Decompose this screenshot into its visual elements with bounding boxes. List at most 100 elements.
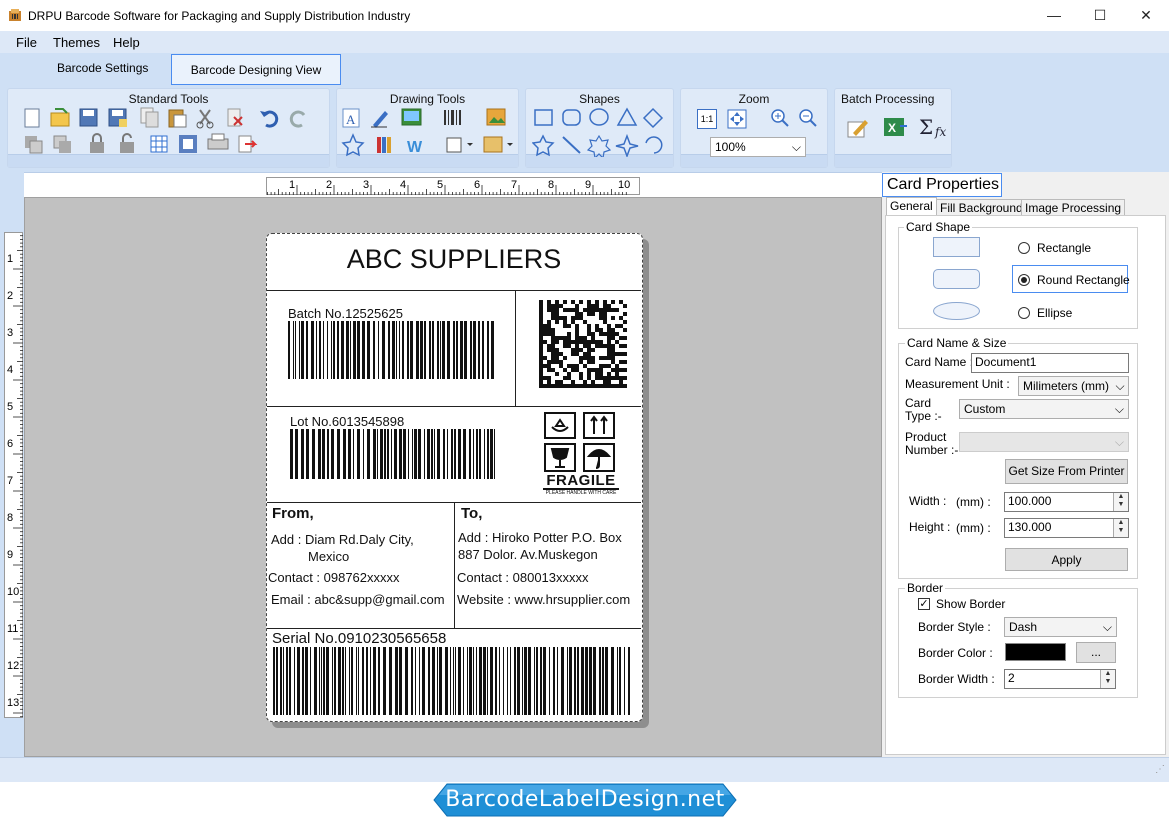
datamatrix-module <box>579 372 583 376</box>
menu-themes[interactable]: Themes <box>53 35 100 50</box>
formula-sigma-icon[interactable]: Σ <box>919 115 933 139</box>
zoom-fit-icon[interactable] <box>727 109 747 129</box>
datamatrix-module <box>539 340 543 344</box>
to-heading[interactable]: To, <box>461 505 482 522</box>
drawing-tools-title: Drawing Tools <box>389 92 466 106</box>
datamatrix-module <box>615 384 619 388</box>
datamatrix-module <box>551 384 555 388</box>
lot-number[interactable]: Lot No.6013545898 <box>290 414 404 429</box>
from-heading[interactable]: From, <box>272 505 314 522</box>
card-name-input[interactable]: Document1 <box>971 353 1129 373</box>
close-button[interactable]: ✕ <box>1123 0 1169 31</box>
batch-edit-icon[interactable] <box>847 117 869 139</box>
round-rectangle-option-label[interactable]: Round Rectangle <box>1037 273 1130 287</box>
datamatrix-module <box>555 340 559 344</box>
serial-barcode[interactable] <box>273 647 635 715</box>
width-input[interactable]: 100.000 ▲ ▼ <box>1004 492 1129 512</box>
border-color-picker-button[interactable]: ... <box>1076 642 1116 663</box>
datamatrix-module <box>547 328 551 332</box>
border-color-swatch[interactable] <box>1005 643 1066 661</box>
zoom-in-icon[interactable] <box>769 107 791 129</box>
from-contact[interactable]: Contact : 098762xxxxx <box>268 570 400 585</box>
datamatrix-module <box>599 316 603 320</box>
barcode-bar <box>350 321 351 379</box>
serial-number[interactable]: Serial No.0910230565658 <box>272 630 446 647</box>
datamatrix-module <box>579 300 583 304</box>
barcode-bar <box>478 321 480 379</box>
height-spinner[interactable]: ▲ ▼ <box>1113 519 1128 537</box>
datamatrix-module <box>559 364 563 368</box>
datamatrix-module <box>571 364 575 368</box>
barcode-bar <box>628 647 630 715</box>
datamatrix-module <box>575 364 579 368</box>
border-width-spinner[interactable]: ▲ ▼ <box>1100 670 1115 688</box>
tab-barcode-designing-view[interactable]: Barcode Designing View <box>171 54 341 85</box>
barcode-bar <box>331 429 334 479</box>
height-input[interactable]: 130.000 ▲ ▼ <box>1004 518 1129 538</box>
barcode-bar <box>370 647 371 715</box>
barcode-label-card[interactable]: ABC SUPPLIERS Batch No.12525625 Lot No.6… <box>266 233 643 722</box>
radio-rectangle[interactable] <box>1018 242 1030 254</box>
show-border-checkbox[interactable]: ✓ <box>918 598 930 610</box>
minimize-button[interactable]: — <box>1031 0 1077 31</box>
radio-round-rectangle[interactable] <box>1018 274 1030 286</box>
radio-ellipse[interactable] <box>1018 307 1030 319</box>
datamatrix-module <box>579 336 583 340</box>
datamatrix-module <box>579 348 583 352</box>
from-email[interactable]: Email : abc&supp@gmail.com <box>271 592 445 607</box>
datamatrix-module <box>575 304 579 308</box>
zoom-level-select[interactable]: 100% ⌵ <box>710 137 806 157</box>
width-spinner[interactable]: ▲ ▼ <box>1113 493 1128 511</box>
datamatrix-module <box>603 316 607 320</box>
border-width-input[interactable]: 2 ▲ ▼ <box>1004 669 1116 689</box>
from-address-line-2[interactable]: Mexico <box>308 549 349 564</box>
to-address-line-2[interactable]: 887 Dolor. Av.Muskegon <box>458 547 598 562</box>
ellipse-option-label[interactable]: Ellipse <box>1037 306 1072 320</box>
tab-fill-background[interactable]: Fill Background <box>936 199 1027 216</box>
maximize-button[interactable]: ☐ <box>1077 0 1123 31</box>
batch-barcode[interactable] <box>288 321 498 379</box>
to-contact[interactable]: Contact : 080013xxxxx <box>457 570 589 585</box>
border-style-select[interactable]: Dash ⌵ <box>1004 617 1117 637</box>
menu-file[interactable]: File <box>16 35 37 50</box>
menu-help[interactable]: Help <box>113 35 140 50</box>
datamatrix-module <box>563 300 567 304</box>
round-rectangle-preview <box>933 269 980 289</box>
to-address-line-1[interactable]: Add : Hiroko Potter P.O. Box <box>458 530 622 545</box>
tab-barcode-settings[interactable]: Barcode Settings <box>57 61 148 75</box>
ruler-v-label: 11 <box>7 623 19 635</box>
zoom-actual-size-button[interactable]: 1:1 <box>697 109 717 129</box>
datamatrix-module <box>575 328 579 332</box>
tab-image-processing[interactable]: Image Processing <box>1021 199 1126 216</box>
measurement-unit-select[interactable]: Milimeters (mm) ⌵ <box>1018 376 1129 396</box>
batch-number[interactable]: Batch No.12525625 <box>288 306 403 321</box>
ruler-v-label: 1 <box>7 253 14 265</box>
show-border-label[interactable]: Show Border <box>936 597 1005 611</box>
pencil-icon <box>371 111 388 128</box>
card-type-select[interactable]: Custom ⌵ <box>959 399 1129 419</box>
apply-button[interactable]: Apply <box>1005 548 1128 571</box>
zoom-out-icon[interactable] <box>797 107 819 129</box>
datamatrix-module <box>559 384 563 388</box>
to-website[interactable]: Website : www.hrsupplier.com <box>457 592 630 607</box>
datamatrix-module <box>587 360 591 364</box>
barcode-bar <box>373 647 376 715</box>
datamatrix-module <box>547 384 551 388</box>
product-number-select[interactable]: ⌵ <box>959 432 1129 452</box>
barcode-bar <box>297 647 300 715</box>
datamatrix-module <box>603 376 607 380</box>
company-name[interactable]: ABC SUPPLIERS <box>267 244 641 275</box>
datamatrix-module <box>599 344 603 348</box>
tab-general[interactable]: General <box>886 197 937 216</box>
card-type-label-2: Type :- <box>905 409 942 423</box>
rectangle-option-label[interactable]: Rectangle <box>1037 241 1091 255</box>
resize-grip-icon[interactable]: ⋰ <box>1155 764 1165 775</box>
excel-import-icon[interactable]: X <box>883 116 909 138</box>
lot-barcode[interactable] <box>290 429 500 479</box>
get-size-from-printer-button[interactable]: Get Size From Printer <box>1005 459 1128 484</box>
ruler-v-label: 7 <box>7 475 14 487</box>
barcode-bar <box>333 321 335 379</box>
from-address-line-1[interactable]: Add : Diam Rd.Daly City, <box>271 532 414 547</box>
datamatrix-module <box>619 344 623 348</box>
datamatrix-code[interactable] <box>539 300 631 392</box>
